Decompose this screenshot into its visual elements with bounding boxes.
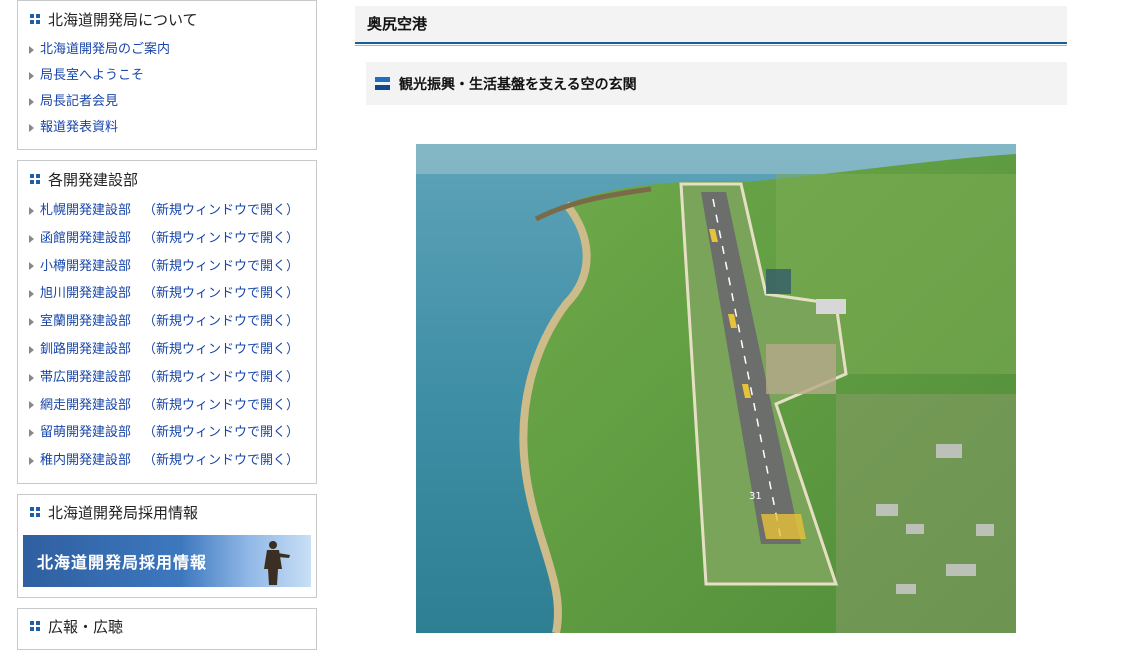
grid-icon	[30, 507, 41, 518]
branch-link[interactable]: 小樽開発建設部 （新規ウィンドウで開く）	[18, 253, 316, 281]
branch-name[interactable]: 函館開発建設部	[40, 231, 131, 246]
section-heading-text: 観光振興・生活基盤を支える空の玄関	[399, 76, 637, 93]
pr-section-header: 広報・広聴	[18, 609, 316, 645]
branch-name[interactable]: 留萌開発建設部	[40, 425, 131, 440]
new-window-label: （新規ウィンドウで開く）	[143, 203, 300, 218]
about-section-title: 北海道開発局について	[48, 10, 198, 29]
branch-link[interactable]: 札幌開発建設部 （新規ウィンドウで開く）	[18, 197, 316, 225]
branch-link[interactable]: 室蘭開発建設部 （新規ウィンドウで開く）	[18, 308, 316, 336]
recruit-banner[interactable]: 北海道開発局採用情報	[23, 534, 311, 587]
about-link[interactable]: 局長記者会見	[18, 89, 316, 115]
new-window-label: （新規ウィンドウで開く）	[143, 230, 300, 246]
about-link[interactable]: 報道発表資料	[18, 115, 316, 141]
new-window-label: （新規ウィンドウで開く）	[143, 453, 300, 469]
statue-icon	[264, 540, 290, 585]
branch-name[interactable]: 室蘭開発建設部	[40, 314, 131, 329]
branch-name[interactable]: 釧路開発建設部	[40, 342, 131, 357]
heading-bar-icon	[375, 76, 390, 91]
grid-icon	[30, 13, 41, 25]
branch-name[interactable]: 稚内開発建設部	[40, 453, 131, 468]
title-divider	[355, 45, 1067, 46]
grid-icon	[30, 621, 41, 632]
title-divider	[355, 42, 1067, 44]
new-window-label: （新規ウィンドウで開く）	[143, 286, 300, 302]
recruit-banner-text: 北海道開発局採用情報	[37, 552, 208, 572]
new-window-label: （新規ウィンドウで開く）	[143, 369, 300, 385]
branch-link[interactable]: 帯広開発建設部 （新規ウィンドウで開く）	[18, 364, 316, 392]
runway-number: 31	[749, 491, 762, 502]
branch-link[interactable]: 留萌開発建設部 （新規ウィンドウで開く）	[18, 419, 316, 447]
branch-name[interactable]: 帯広開発建設部	[40, 370, 131, 385]
new-window-label: （新規ウィンドウで開く）	[143, 397, 300, 413]
sidebar: 北海道開発局について 北海道開発局のご案内 局長室へようこそ 局長記者会見 報道…	[17, 0, 317, 660]
branch-link[interactable]: 函館開発建設部 （新規ウィンドウで開く）	[18, 225, 316, 253]
pr-section: 広報・広聴	[17, 607, 317, 650]
recruit-section-header: 北海道開発局採用情報	[18, 495, 316, 531]
branches-section-title: 各開発建設部	[48, 170, 139, 189]
branch-name[interactable]: 札幌開発建設部	[40, 203, 131, 218]
branch-link[interactable]: 釧路開発建設部 （新規ウィンドウで開く）	[18, 336, 316, 364]
branch-link[interactable]: 網走開発建設部 （新規ウィンドウで開く）	[18, 392, 316, 420]
about-links: 北海道開発局のご案内 局長室へようこそ 局長記者会見 報道発表資料	[18, 37, 316, 149]
branches-section-header: 各開発建設部	[18, 161, 316, 197]
new-window-label: （新規ウィンドウで開く）	[143, 314, 300, 330]
recruit-section-title: 北海道開発局採用情報	[48, 504, 199, 523]
recruit-section: 北海道開発局採用情報 北海道開発局採用情報	[17, 493, 317, 598]
branch-link[interactable]: 旭川開発建設部 （新規ウィンドウで開く）	[18, 280, 316, 308]
main-content: 奥尻空港 観光振興・生活基盤を支える空の玄関 31	[355, 6, 1067, 633]
about-section-header: 北海道開発局について	[18, 1, 316, 37]
about-link[interactable]: 局長室へようこそ	[18, 63, 316, 89]
new-window-label: （新規ウィンドウで開く）	[143, 425, 300, 441]
branch-link[interactable]: 稚内開発建設部 （新規ウィンドウで開く）	[18, 447, 316, 475]
pr-section-title: 広報・広聴	[48, 618, 124, 637]
section-heading: 観光振興・生活基盤を支える空の玄関	[366, 62, 1067, 105]
new-window-label: （新規ウィンドウで開く）	[143, 258, 300, 274]
new-window-label: （新規ウィンドウで開く）	[143, 341, 300, 357]
airport-aerial-photo: 31	[416, 144, 1016, 633]
grid-icon	[30, 173, 41, 185]
about-section: 北海道開発局について 北海道開発局のご案内 局長室へようこそ 局長記者会見 報道…	[17, 0, 317, 150]
branch-name[interactable]: 旭川開発建設部	[40, 286, 131, 301]
about-link[interactable]: 北海道開発局のご案内	[18, 37, 316, 63]
branch-name[interactable]: 網走開発建設部	[40, 398, 131, 413]
page-title: 奥尻空港	[355, 6, 1067, 42]
branches-section: 各開発建設部 札幌開発建設部 （新規ウィンドウで開く） 函館開発建設部 （新規ウィン…	[17, 160, 317, 484]
branch-name[interactable]: 小樽開発建設部	[40, 259, 131, 274]
branch-links: 札幌開発建設部 （新規ウィンドウで開く） 函館開発建設部 （新規ウィンドウで開く） …	[18, 197, 316, 483]
